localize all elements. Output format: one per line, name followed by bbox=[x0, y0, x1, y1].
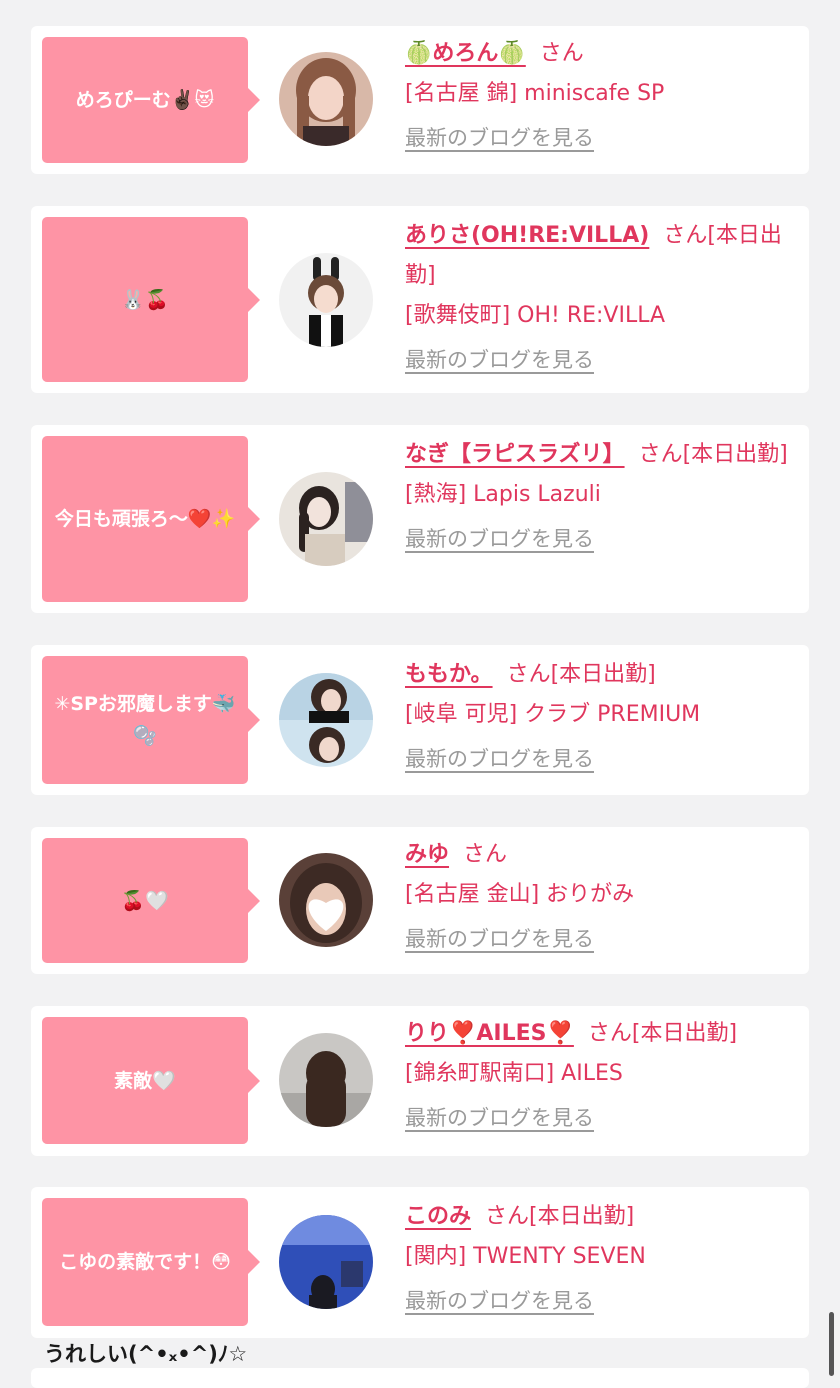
honorific: さん bbox=[463, 842, 508, 867]
blog-link[interactable]: 最新のブログを見る bbox=[405, 743, 594, 773]
shop-text: [歌舞伎町] OH! RE:VILLA bbox=[405, 303, 666, 328]
info: ももか。 さん[本日出勤] [岐阜 可児] クラブ PREMIUM 最新のブログを… bbox=[405, 655, 797, 773]
list-item: 🐰🍒 ありさ(OH!RE:VILLA) さん[本日出勤] [歌舞伎町] OH! R… bbox=[31, 206, 809, 393]
info: このみ さん[本日出勤] [関内] TWENTY SEVEN 最新のブログを見る bbox=[405, 1197, 797, 1315]
blog-link[interactable]: 最新のブログを見る bbox=[405, 523, 594, 553]
list-item: めろぴーむ✌🏿😻 🍈めろん🍈 さん [名古屋 錦] miniscafe SP 最新… bbox=[31, 26, 809, 174]
name-link[interactable]: なぎ【ラピスラズリ】 bbox=[405, 442, 625, 467]
shop-text: [関内] TWENTY SEVEN bbox=[405, 1244, 646, 1269]
shop-text: [岐阜 可児] クラブ PREMIUM bbox=[405, 702, 701, 727]
avatar[interactable] bbox=[279, 1033, 373, 1127]
avatar[interactable] bbox=[279, 853, 373, 947]
shop-text: [名古屋 錦] miniscafe SP bbox=[405, 81, 665, 106]
name-link[interactable]: ももか。 bbox=[405, 662, 493, 687]
honorific: さん bbox=[539, 41, 584, 66]
avatar[interactable] bbox=[279, 673, 373, 767]
list-item: 今日も頑張ろ〜❤️✨ なぎ【ラピスラズリ】 さん[本日出勤] [熱海] Lapis… bbox=[31, 425, 809, 613]
info: ありさ(OH!RE:VILLA) さん[本日出勤] [歌舞伎町] OH! RE:V… bbox=[405, 216, 797, 374]
comment-bubble: こゆの素敵です！😳 bbox=[42, 1198, 260, 1326]
avatar[interactable] bbox=[279, 253, 373, 347]
comment-bubble: めろぴーむ✌🏿😻 bbox=[42, 37, 260, 163]
blog-link[interactable]: 最新のブログを見る bbox=[405, 1102, 594, 1132]
blog-link[interactable]: 最新のブログを見る bbox=[405, 122, 594, 152]
list-item: ✳︎SPお邪魔します🐳🫧 ももか。 さん[本日出勤] [岐阜 可児] クラブ PR… bbox=[31, 645, 809, 795]
comment-bubble: 今日も頑張ろ〜❤️✨ bbox=[42, 436, 260, 602]
comment-bubble: 🐰🍒 bbox=[42, 217, 260, 382]
info: 🍈めろん🍈 さん [名古屋 錦] miniscafe SP 最新のブログを見る bbox=[405, 34, 797, 152]
name-link[interactable]: りり❣️AILES❣️ bbox=[405, 1021, 574, 1046]
scrollbar[interactable] bbox=[829, 1312, 834, 1376]
honorific: さん[本日出勤] bbox=[587, 1021, 738, 1046]
avatar[interactable] bbox=[279, 1215, 373, 1309]
list-item: こゆの素敵です！😳 このみ さん[本日出勤] [関内] TWENTY SEVEN … bbox=[31, 1187, 809, 1338]
info: りり❣️AILES❣️ さん[本日出勤] [錦糸町駅南口] AILES 最新のブロ… bbox=[405, 1014, 797, 1132]
footer-note: うれしい(^•ₓ•^)ﾉ☆ bbox=[44, 1342, 248, 1366]
honorific: さん[本日出勤] bbox=[485, 1204, 635, 1229]
name-link[interactable]: みゆ bbox=[405, 842, 449, 867]
comment-bubble: 🍒🤍 bbox=[42, 838, 260, 963]
honorific: さん[本日出勤] bbox=[506, 662, 656, 687]
info: みゆ さん [名古屋 金山] おりがみ 最新のブログを見る bbox=[405, 835, 797, 953]
blog-link[interactable]: 最新のブログを見る bbox=[405, 344, 594, 374]
honorific: さん[本日出勤] bbox=[638, 442, 788, 467]
shop-text: [名古屋 金山] おりがみ bbox=[405, 882, 635, 907]
name-link[interactable]: このみ bbox=[405, 1204, 471, 1229]
info: なぎ【ラピスラズリ】 さん[本日出勤] [熱海] Lapis Lazuli 最新の… bbox=[405, 435, 797, 553]
list-item: 🍒🤍 みゆ さん [名古屋 金山] おりがみ 最新のブログを見る bbox=[31, 827, 809, 974]
comment-bubble: 素敵🤍 bbox=[42, 1017, 260, 1144]
comment-bubble: ✳︎SPお邪魔します🐳🫧 bbox=[42, 656, 260, 784]
list-item: 素敵🤍 りり❣️AILES❣️ さん[本日出勤] [錦糸町駅南口] AILES 最… bbox=[31, 1006, 809, 1156]
name-link[interactable]: ありさ(OH!RE:VILLA) bbox=[405, 223, 649, 248]
avatar[interactable] bbox=[279, 52, 373, 146]
name-link[interactable]: 🍈めろん🍈 bbox=[405, 41, 526, 66]
list-item-partial bbox=[31, 1368, 809, 1388]
blog-link[interactable]: 最新のブログを見る bbox=[405, 1285, 594, 1315]
shop-text: [錦糸町駅南口] AILES bbox=[405, 1061, 623, 1086]
avatar[interactable] bbox=[279, 472, 373, 566]
blog-link[interactable]: 最新のブログを見る bbox=[405, 923, 594, 953]
shop-text: [熱海] Lapis Lazuli bbox=[405, 482, 601, 507]
